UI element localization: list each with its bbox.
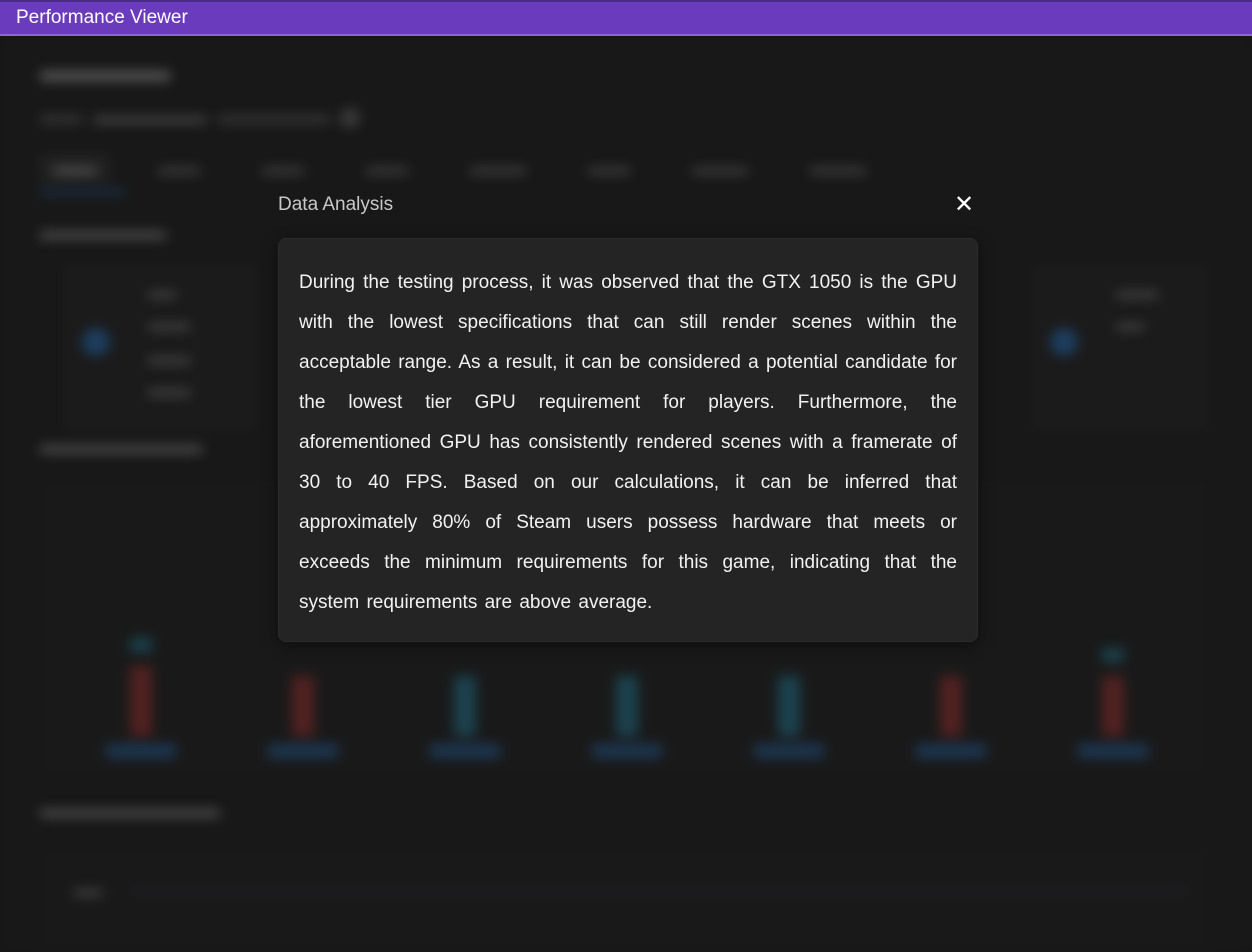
analysis-text: During the testing process, it was obser… — [299, 272, 957, 613]
dialog-title: Data Analysis — [278, 194, 394, 215]
dialog-header: Data Analysis ✕ — [278, 190, 978, 224]
window-title: Performance Viewer — [16, 7, 188, 28]
data-analysis-dialog: Data Analysis ✕ During the testing proce… — [278, 190, 978, 642]
window-titlebar: Performance Viewer — [0, 0, 1252, 36]
close-button[interactable]: ✕ — [950, 190, 978, 220]
dialog-body: During the testing process, it was obser… — [278, 238, 978, 642]
close-icon[interactable]: ✕ — [954, 191, 974, 218]
